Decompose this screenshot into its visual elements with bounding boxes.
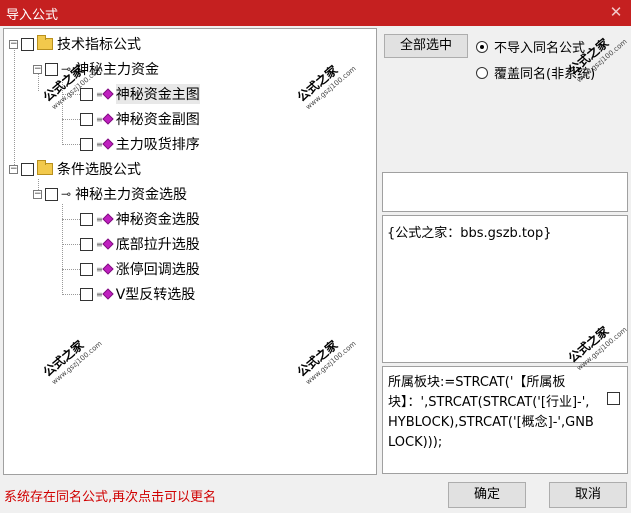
checkbox[interactable] — [80, 137, 93, 151]
tree-item[interactable]: − 条件选股公式 — [9, 157, 141, 181]
collapse-toggle-icon[interactable]: − — [33, 189, 42, 199]
tree-line — [62, 144, 80, 145]
radio-icon[interactable] — [476, 66, 488, 79]
cancel-button[interactable]: 取消 — [549, 482, 627, 508]
formula-icon: ≡ — [96, 288, 114, 300]
formula-tree: − 技术指标公式 − ⊸ 神秘主力资金 ≡ 神秘资金主图 ≡ 神秘资金副图 ≡ … — [3, 28, 377, 475]
checkbox[interactable] — [21, 37, 34, 51]
tree-item[interactable]: ≡ 主力吸货排序 — [80, 132, 200, 156]
tree-item-label: 底部拉升选股 — [115, 237, 200, 253]
checkbox[interactable] — [45, 62, 58, 76]
close-icon[interactable]: ✕ — [607, 2, 625, 22]
tree-line — [62, 269, 80, 270]
folder-icon — [37, 160, 53, 175]
checkbox[interactable] — [80, 112, 93, 126]
checkbox[interactable] — [80, 287, 93, 301]
select-all-button[interactable]: 全部选中 — [384, 34, 468, 58]
formula-icon: ≡ — [96, 263, 114, 275]
formula-icon: ≡ — [96, 138, 114, 150]
collapse-toggle-icon[interactable]: − — [33, 64, 42, 74]
description-text: {公式之家：bbs.gszb.top} — [387, 226, 552, 241]
tree-item[interactable]: ≡ V型反转选股 — [80, 282, 195, 306]
collapse-toggle-icon[interactable]: − — [9, 164, 18, 174]
tree-item[interactable]: ≡ 神秘资金选股 — [80, 207, 200, 231]
tree-item[interactable]: − ⊸ 神秘主力资金选股 — [33, 182, 187, 206]
name-field[interactable] — [382, 172, 628, 212]
checkbox[interactable] — [80, 212, 93, 226]
status-message: 系统存在同名公式,再次点击可以更名 — [4, 490, 217, 505]
formula-icon: ≡ — [96, 113, 114, 125]
formula-icon: ≡ — [96, 238, 114, 250]
checkbox[interactable] — [45, 187, 58, 201]
checkbox[interactable] — [80, 237, 93, 251]
tree-line — [62, 204, 63, 295]
checkbox[interactable] — [21, 162, 34, 176]
tree-item-label: 条件选股公式 — [57, 162, 141, 178]
tree-item-label: 主力吸货排序 — [115, 137, 200, 153]
checkbox[interactable] — [80, 262, 93, 276]
option-label: 不导入同名公式 — [494, 41, 586, 56]
key-icon: ⊸ — [61, 187, 72, 201]
collapse-toggle-icon[interactable]: − — [9, 39, 18, 49]
title-bar: 导入公式 ✕ — [0, 0, 631, 26]
formula-icon: ≡ — [96, 213, 114, 225]
tree-line — [62, 219, 80, 220]
watermark: 公式之家 www.gszj100.com — [40, 337, 104, 387]
tree-item[interactable]: ≡ 涨停回调选股 — [80, 257, 200, 281]
window-title: 导入公式 — [6, 8, 59, 23]
watermark: 公式之家 www.gszj100.com — [294, 337, 358, 387]
tree-item[interactable]: ≡ 神秘资金副图 — [80, 107, 200, 131]
tree-line — [14, 47, 15, 169]
formula-checkbox[interactable] — [607, 392, 620, 405]
tree-line — [62, 244, 80, 245]
tree-item-label: 神秘资金副图 — [115, 112, 200, 128]
tree-item-label: 技术指标公式 — [57, 37, 141, 53]
checkbox[interactable] — [80, 87, 93, 101]
option-skip-duplicates[interactable]: 不导入同名公式 — [476, 37, 585, 56]
watermark: 公式之家 www.gszj100.com — [294, 62, 358, 112]
tree-item-label: 涨停回调选股 — [115, 262, 200, 278]
tree-item[interactable]: − 技术指标公式 — [9, 32, 141, 56]
tree-item-label: 神秘资金选股 — [115, 212, 200, 228]
tree-line — [62, 294, 80, 295]
ok-button[interactable]: 确定 — [448, 482, 526, 508]
tree-item-label: 神秘主力资金选股 — [75, 187, 188, 203]
formula-text: 所属板块:=STRCAT('【所属板块】：',STRCAT(STRCAT('[行… — [388, 375, 594, 450]
tree-line — [62, 119, 80, 120]
radio-checked-icon[interactable] — [476, 40, 488, 53]
formula-icon: ≡ — [96, 88, 114, 100]
folder-icon — [37, 35, 53, 50]
tree-item-label: V型反转选股 — [115, 287, 196, 303]
tree-item-label: 神秘资金主图 — [115, 84, 200, 104]
tree-item[interactable]: ≡ 底部拉升选股 — [80, 232, 200, 256]
tree-item[interactable]: ≡ 神秘资金主图 — [80, 82, 200, 106]
